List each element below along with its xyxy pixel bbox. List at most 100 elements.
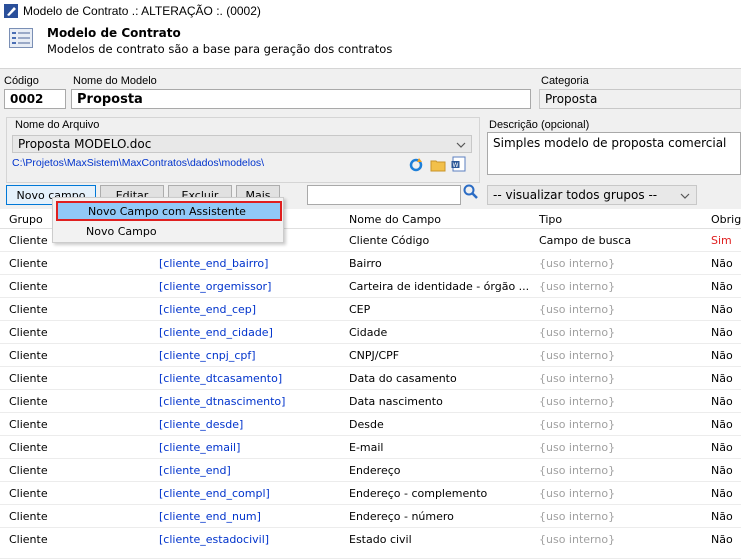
- cell-grupo: Cliente: [9, 418, 48, 431]
- cell-nome: Desde: [349, 418, 384, 431]
- cell-tipo: {uso interno}: [539, 326, 616, 339]
- cell-tipo: {uso interno}: [539, 487, 616, 500]
- cell-tag: [cliente_end_cidade]: [159, 326, 273, 339]
- word-document-icon[interactable]: W: [451, 156, 467, 172]
- col-header-grupo[interactable]: Grupo: [9, 213, 43, 226]
- page-header: Modelo de Contrato Modelos de contrato s…: [0, 22, 741, 68]
- cell-nome: Endereço: [349, 464, 401, 477]
- search-input[interactable]: [307, 185, 461, 205]
- categoria-label: Categoria: [541, 75, 589, 87]
- col-header-nome[interactable]: Nome do Campo: [349, 213, 441, 226]
- menu-item-novo-campo[interactable]: Novo Campo: [56, 221, 282, 241]
- cell-tag: [cliente_cnpj_cpf]: [159, 349, 256, 362]
- cell-grupo: Cliente: [9, 441, 48, 454]
- cell-tipo: Campo de busca: [539, 234, 632, 247]
- cell-tag: [cliente_desde]: [159, 418, 244, 431]
- cell-obrig: Não: [711, 349, 733, 362]
- refresh-icon[interactable]: [408, 157, 424, 173]
- cell-nome: Estado civil: [349, 533, 412, 546]
- cell-grupo: Cliente: [9, 234, 48, 247]
- cell-grupo: Cliente: [9, 349, 48, 362]
- cell-grupo: Cliente: [9, 257, 48, 270]
- cell-nome: Carteira de identidade - órgão ...: [349, 280, 530, 293]
- chevron-down-icon: [456, 142, 466, 148]
- table-row[interactable]: Cliente [cliente_cnpj_cpf] CNPJ/CPF {uso…: [0, 344, 741, 367]
- svg-text:W: W: [453, 162, 459, 169]
- cell-obrig: Não: [711, 533, 733, 546]
- cell-tag: [cliente_email]: [159, 441, 241, 454]
- cell-tipo: {uso interno}: [539, 418, 616, 431]
- pen-icon: [4, 4, 18, 18]
- cell-tag: [cliente_end]: [159, 464, 231, 477]
- cell-tag: [cliente_end_num]: [159, 510, 261, 523]
- table-row[interactable]: Cliente [cliente_desde] Desde {uso inter…: [0, 413, 741, 436]
- table-row[interactable]: Cliente [cliente_orgemissor] Carteira de…: [0, 275, 741, 298]
- table-row[interactable]: Cliente [cliente_estadocivil] Estado civ…: [0, 528, 741, 559]
- cell-tag: [cliente_estadocivil]: [159, 533, 270, 546]
- codigo-field[interactable]: 0002: [4, 89, 66, 109]
- cell-tag: [cliente_orgemissor]: [159, 280, 272, 293]
- cell-obrig: Não: [711, 441, 733, 454]
- cell-tag: [cliente_end_bairro]: [159, 257, 269, 270]
- table-row[interactable]: Cliente [cliente_end_compl] Endereço - c…: [0, 482, 741, 505]
- cell-grupo: Cliente: [9, 533, 48, 546]
- cell-nome: CNPJ/CPF: [349, 349, 400, 362]
- cell-tag: [cliente_end_compl]: [159, 487, 270, 500]
- cell-obrig: Não: [711, 257, 733, 270]
- grupos-select-value: -- visualizar todos grupos --: [493, 188, 658, 202]
- table-row[interactable]: Cliente [cliente_end] Endereço {uso inte…: [0, 459, 741, 482]
- window-titlebar: Modelo de Contrato .: ALTERAÇÃO :. (0002…: [0, 0, 741, 22]
- cell-nome: Cidade: [349, 326, 388, 339]
- table-row[interactable]: Cliente [cliente_email] E-mail {uso inte…: [0, 436, 741, 459]
- cell-nome: CEP: [349, 303, 371, 316]
- table-row[interactable]: Cliente [cliente_dtcasamento] Data do ca…: [0, 367, 741, 390]
- arquivo-label: Nome do Arquivo: [13, 119, 102, 131]
- cell-grupo: Cliente: [9, 326, 48, 339]
- col-header-obrig[interactable]: Obrig.: [711, 213, 741, 226]
- window-title: Modelo de Contrato .: ALTERAÇÃO :. (0002…: [23, 4, 261, 18]
- descricao-label: Descrição (opcional): [489, 119, 590, 131]
- document-list-icon: [9, 28, 33, 48]
- novo-campo-menu: Novo Campo com Assistente Novo Campo: [52, 197, 284, 243]
- cell-tipo: {uso interno}: [539, 257, 616, 270]
- table-row[interactable]: Cliente [cliente_end_num] Endereço - núm…: [0, 505, 741, 528]
- cell-nome: Bairro: [349, 257, 382, 270]
- cell-grupo: Cliente: [9, 464, 48, 477]
- search-icon[interactable]: [463, 184, 479, 200]
- cell-obrig: Não: [711, 303, 733, 316]
- cell-nome: Cliente Código: [349, 234, 430, 247]
- cell-obrig: Não: [711, 510, 733, 523]
- cell-obrig: Não: [711, 280, 733, 293]
- cell-grupo: Cliente: [9, 280, 48, 293]
- cell-tipo: {uso interno}: [539, 303, 616, 316]
- cell-tipo: {uso interno}: [539, 280, 616, 293]
- table-row[interactable]: Cliente [cliente_end_cidade] Cidade {uso…: [0, 321, 741, 344]
- cell-tipo: {uso interno}: [539, 510, 616, 523]
- cell-tipo: {uso interno}: [539, 533, 616, 546]
- table-row[interactable]: Cliente [cliente_dtnascimento] Data nasc…: [0, 390, 741, 413]
- cell-obrig: Não: [711, 372, 733, 385]
- cell-nome: Data nascimento: [349, 395, 443, 408]
- cell-obrig: Não: [711, 326, 733, 339]
- table-row[interactable]: Cliente [cliente_end_bairro] Bairro {uso…: [0, 252, 741, 275]
- descricao-field[interactable]: Simples modelo de proposta comercial: [487, 132, 741, 175]
- cell-grupo: Cliente: [9, 372, 48, 385]
- cell-grupo: Cliente: [9, 487, 48, 500]
- col-header-tipo[interactable]: Tipo: [539, 213, 562, 226]
- cell-obrig: Não: [711, 395, 733, 408]
- cell-tag: [cliente_end_cep]: [159, 303, 257, 316]
- menu-item-novo-campo-assistente[interactable]: Novo Campo com Assistente: [56, 201, 282, 221]
- cell-obrig: Não: [711, 418, 733, 431]
- codigo-label: Código: [4, 75, 39, 87]
- cell-nome: Endereço - complemento: [349, 487, 488, 500]
- arquivo-path-link[interactable]: C:\Projetos\MaxSistem\MaxContratos\dados…: [12, 157, 264, 169]
- table-row[interactable]: Cliente [cliente_end_cep] CEP {uso inter…: [0, 298, 741, 321]
- page-subtitle: Modelos de contrato são a base para gera…: [47, 42, 393, 56]
- arquivo-select[interactable]: Proposta MODELO.doc: [12, 135, 472, 153]
- categoria-field[interactable]: Proposta: [539, 89, 741, 109]
- cell-tag: [cliente_dtnascimento]: [159, 395, 286, 408]
- grupos-select[interactable]: -- visualizar todos grupos --: [487, 185, 697, 205]
- folder-icon[interactable]: [430, 157, 446, 173]
- arquivo-value: Proposta MODELO.doc: [18, 137, 152, 151]
- nome-modelo-field[interactable]: Proposta: [71, 89, 531, 109]
